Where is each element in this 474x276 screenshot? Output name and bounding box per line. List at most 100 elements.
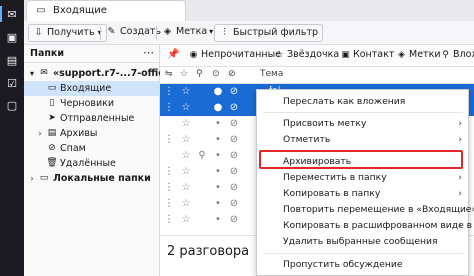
chat-icon[interactable]: ▢ <box>5 99 19 113</box>
pin-icon[interactable]: 📌 <box>167 49 179 60</box>
tab-bar: ▭ Входящие <box>24 0 474 21</box>
expand-icon[interactable]: ▾ <box>27 66 37 81</box>
spam-icon[interactable]: ⊘ <box>228 102 240 114</box>
star-icon[interactable]: ☆ <box>180 214 192 226</box>
get-messages-button[interactable]: ⇩Получить▾ <box>28 24 107 42</box>
menu-item-label: Пропустить обсуждение <box>283 259 403 270</box>
spaces-toolbar: ✉ ▣ ▤ ☑ ▢ <box>0 0 24 276</box>
attachment-icon: ⚲ <box>442 50 449 60</box>
read-status-icon[interactable]: • <box>212 198 224 210</box>
folder-pane-title: Папки <box>30 48 65 59</box>
read-status-icon[interactable]: • <box>212 182 224 194</box>
thread-icon: ⋮ <box>164 86 174 97</box>
star-icon[interactable]: ☆ <box>180 150 192 162</box>
attachment-column-icon[interactable]: ⚲ <box>196 69 203 79</box>
account-row[interactable]: ▾ ✉ «support.r7-...7-office.ru» <box>24 66 192 81</box>
download-icon: ⇩ <box>34 27 43 38</box>
spam-column-icon[interactable]: ⊘ <box>228 69 236 79</box>
thread-icon: ⋮ <box>164 166 174 177</box>
star-icon[interactable]: ☆ <box>180 198 192 210</box>
chevron-right-icon: › <box>458 135 462 145</box>
quick-filter-label: Быстрый фильтр <box>233 27 319 38</box>
spam-icon[interactable]: ⊘ <box>228 134 240 146</box>
calendar-icon[interactable]: ▤ <box>5 54 19 68</box>
unread-icon: ◉ <box>189 50 198 60</box>
pencil-icon: ✎ <box>107 26 116 37</box>
expand-icon[interactable]: › <box>35 126 45 141</box>
inbox-icon: ▭ <box>36 5 46 16</box>
filter-starred-button[interactable]: ☆ Звёздочка <box>274 48 339 64</box>
filter-contact-button[interactable]: ▣ Контакт <box>340 48 394 64</box>
folder-item-trash[interactable]: 🗑 Удалённые <box>24 156 160 171</box>
chevron-right-icon: › <box>458 173 462 183</box>
tag-label: Метка <box>176 26 208 37</box>
quick-filter-button[interactable]: ⫶ Быстрый фильтр <box>214 24 324 42</box>
read-status-icon[interactable]: • <box>212 150 224 162</box>
write-label: Создать <box>120 26 162 37</box>
read-status-icon[interactable]: • <box>212 214 224 226</box>
folder-item-spam[interactable]: ⊘ Спам <box>24 141 160 156</box>
folder-item-sent[interactable]: ➤ Отправленные <box>24 111 160 126</box>
folder-item-inbox[interactable]: ▭ Входящие <box>24 81 160 96</box>
star-icon[interactable]: ☆ <box>180 182 192 194</box>
thread-column-icon[interactable]: ⇋ <box>165 69 173 79</box>
menu-item-repeat-move[interactable]: Повторить перемещение в «Входящие» <box>257 203 474 217</box>
spam-icon[interactable]: ⊘ <box>228 86 240 98</box>
read-status-icon[interactable]: • <box>212 166 224 178</box>
menu-item-move-to-folder[interactable]: Переместить в папку › <box>257 171 468 185</box>
filter-starred-label: Звёздочка <box>287 49 340 60</box>
folder-item-drafts[interactable]: ▯ Черновики <box>24 96 160 111</box>
drafts-icon: ▯ <box>49 98 55 108</box>
archive-highlight-box <box>259 150 463 169</box>
toolbar-divider <box>100 26 101 40</box>
star-icon[interactable]: ☆ <box>180 102 192 114</box>
subject-column[interactable]: Тема <box>260 69 283 79</box>
tasks-icon[interactable]: ☑ <box>5 77 19 91</box>
expand-icon[interactable]: › <box>27 171 37 186</box>
mail-space-icon[interactable]: ✉ <box>5 8 19 22</box>
read-status-icon[interactable]: ● <box>212 86 224 98</box>
spam-icon[interactable]: ⊘ <box>228 166 240 178</box>
spam-icon[interactable]: ⊘ <box>228 118 240 130</box>
spam-icon[interactable]: ⊘ <box>228 198 240 210</box>
spam-icon[interactable]: ⊘ <box>228 182 240 194</box>
thread-icon: ⋮ <box>164 198 174 209</box>
menu-item-label: Отметить <box>283 134 331 145</box>
folder-item-archives[interactable]: › ▤ Архивы <box>24 126 160 141</box>
more-options-icon[interactable]: ⋯ <box>143 46 154 59</box>
filter-attachments-button[interactable]: ⚲ Вложен <box>440 48 474 64</box>
menu-item-assign-tag[interactable]: Присвоить метку › <box>257 117 468 131</box>
thread-icon: ⋮ <box>164 214 174 225</box>
star-icon[interactable]: ☆ <box>180 86 192 98</box>
star-column-icon[interactable]: ☆ <box>180 69 188 79</box>
star-icon[interactable]: ☆ <box>180 134 192 146</box>
spam-icon[interactable]: ⊘ <box>228 214 240 226</box>
thread-icon: ⋮ <box>164 134 174 145</box>
read-status-icon[interactable]: ● <box>212 102 224 114</box>
menu-item-delete-selected[interactable]: Удалить выбранные сообщения <box>257 235 468 249</box>
folder-label: Архивы <box>60 128 98 139</box>
read-status-icon[interactable]: • <box>212 134 224 146</box>
menu-item-copy-decrypted[interactable]: Копировать в расшифрованном виде в › <box>257 219 472 233</box>
chevron-right-icon: › <box>458 189 462 199</box>
archive-icon: ▤ <box>47 128 57 138</box>
tag-button[interactable]: ◈ Метка ▾ <box>162 24 213 42</box>
menu-item-label: Копировать в папку <box>283 188 381 199</box>
spam-icon[interactable]: ⊘ <box>228 150 240 162</box>
read-status-icon[interactable]: • <box>212 118 224 130</box>
local-folders-row[interactable]: › ▭ Локальные папки <box>24 171 160 186</box>
trash-icon: 🗑 <box>46 158 58 168</box>
menu-item-mark[interactable]: Отметить › <box>257 133 468 147</box>
tab-inbox[interactable]: ▭ Входящие <box>26 0 186 21</box>
star-icon[interactable]: ☆ <box>180 166 192 178</box>
write-button[interactable]: ✎ Создать <box>106 24 162 42</box>
menu-item-skip-discussion[interactable]: Пропустить обсуждение <box>257 258 468 272</box>
main-toolbar: ⇩ Получить ▾ ✎ Создать ◈ Метка▾ ⫶ Быстрый фил… <box>24 21 474 45</box>
filter-unread-button[interactable]: ◉ Непрочитанные <box>188 48 281 64</box>
filter-tags-button[interactable]: ◈ Метки <box>396 48 440 64</box>
menu-item-forward-as-attachments[interactable]: Переслать как вложения <box>257 95 468 109</box>
address-book-icon[interactable]: ▣ <box>5 31 19 45</box>
star-icon[interactable]: ☆ <box>180 118 192 130</box>
read-column-icon[interactable]: ⊙ <box>212 69 220 79</box>
menu-item-copy-to-folder[interactable]: Копировать в папку › <box>257 187 468 201</box>
